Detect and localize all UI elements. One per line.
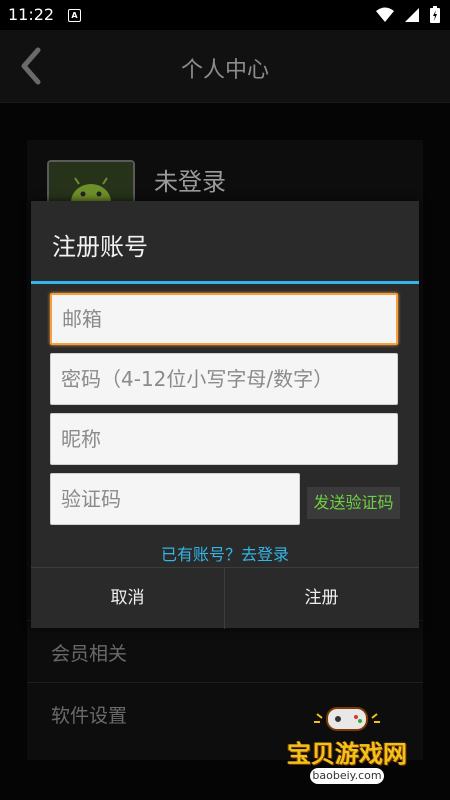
watermark: 宝贝游戏网 baobeiy.com	[272, 700, 422, 788]
verification-code-field[interactable]	[51, 474, 299, 524]
page-title: 个人中心	[180, 58, 269, 83]
signal-icon	[405, 7, 419, 22]
status-icons	[376, 6, 440, 23]
battery-icon	[430, 6, 440, 23]
menu-item-label: 软件设置	[51, 705, 128, 727]
wifi-icon	[376, 7, 394, 22]
register-dialog: 注册账号 发送验证码 已有账号？去登录 取消 注册	[31, 201, 419, 629]
password-field-container	[50, 353, 398, 405]
dialog-divider	[31, 281, 419, 284]
status-bar: 11:22 A	[0, 0, 450, 30]
nickname-field[interactable]	[51, 414, 397, 464]
watermark-url: baobeiy.com	[310, 768, 384, 784]
password-field[interactable]	[51, 354, 397, 404]
register-button[interactable]: 注册	[225, 568, 418, 629]
menu-item-membership[interactable]: 会员相关	[27, 620, 423, 683]
email-field[interactable]	[52, 295, 396, 343]
notification-icon: A	[68, 9, 81, 22]
send-code-button[interactable]: 发送验证码	[307, 487, 400, 519]
profile-name: 未登录	[154, 168, 226, 196]
email-field-container	[50, 293, 398, 345]
dialog-title: 注册账号	[52, 233, 148, 261]
code-field-container	[50, 473, 300, 525]
login-link[interactable]: 已有账号？去登录	[31, 541, 419, 565]
cancel-button[interactable]: 取消	[31, 568, 225, 629]
menu-item-label: 会员相关	[51, 643, 128, 665]
watermark-title: 宝贝游戏网	[287, 740, 407, 768]
dialog-button-bar: 取消 注册	[31, 567, 419, 629]
title-bar: 个人中心	[0, 30, 450, 103]
nickname-field-container	[50, 413, 398, 465]
status-time: 11:22	[8, 5, 55, 24]
